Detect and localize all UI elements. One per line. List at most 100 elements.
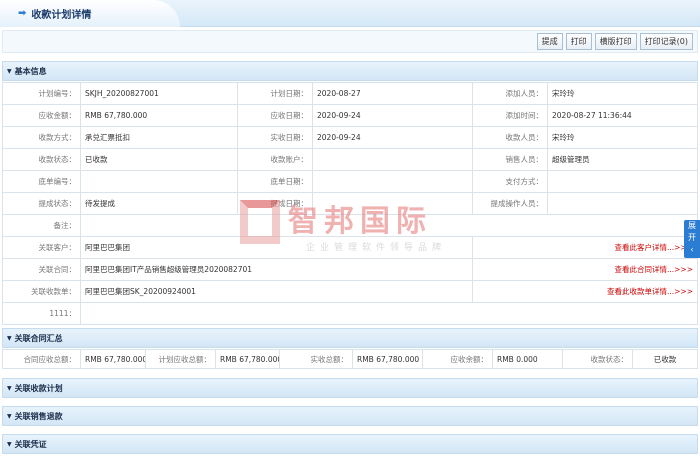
section-related-plans[interactable]: ▼ 关联收款计划 <box>2 378 698 398</box>
field-label: 计划编号： <box>2 82 81 105</box>
field-label: 添加人员： <box>472 82 548 105</box>
field-value <box>80 302 698 325</box>
collapse-triangle-icon: ▼ <box>7 384 12 392</box>
contract-summary-table: 合同应收总额： RMB 67,780.000 计划应收总额： RMB 67,780.0… <box>2 349 698 369</box>
field-value: 2020-09-24 <box>312 104 473 127</box>
custom-row: 1111： <box>2 302 698 325</box>
field-value: SKJH_20200827001 <box>80 82 238 105</box>
field-value: 已收款 <box>80 148 238 171</box>
collapse-triangle-icon: ▼ <box>7 440 12 448</box>
field-value: 阿里巴巴集团 <box>80 236 473 259</box>
field-value: 超级管理员 <box>547 148 698 171</box>
basic-info-table: 计划编号： SKJH_20200827001 计划日期： 2020-08-27 添加人员… <box>2 82 698 325</box>
field-label: 关联客户： <box>2 236 81 259</box>
field-value: 2020-09-24 <box>312 126 473 149</box>
summary-value: RMB 67,780.000 <box>352 349 423 369</box>
remark-row: 备注： <box>2 214 698 237</box>
summary-label: 收款状态： <box>562 349 633 369</box>
field-value: 宋玲玲 <box>547 126 698 149</box>
field-value <box>312 170 473 193</box>
section-basic-info[interactable]: ▼ 基本信息 <box>2 61 698 81</box>
toolbar: 提成 打印 横版打印 打印记录(0) <box>2 30 698 53</box>
field-value: RMB 67,780.000 <box>80 104 238 127</box>
field-value <box>547 192 698 215</box>
side-tab-label: 开 <box>688 233 696 242</box>
info-row: 计划编号： SKJH_20200827001 计划日期： 2020-08-27 添加人员… <box>2 82 698 105</box>
field-value: 承兑汇票抵扣 <box>80 126 238 149</box>
related-row: 关联收款单： 阿里巴巴集团SK_20200924001 查看此收款单详情...>>> <box>2 280 698 303</box>
landscape-print-button[interactable]: 横版打印 <box>594 33 637 50</box>
related-row: 关联合同： 阿里巴巴集团IT产品销售超级管理员2020082701 查看此合同详情.… <box>2 258 698 281</box>
field-label: 关联收款单： <box>2 280 81 303</box>
field-label: 收款账户： <box>237 148 313 171</box>
field-label: 收款状态： <box>2 148 81 171</box>
section-title: 基本信息 <box>14 66 47 76</box>
info-row: 底单编号： 底单日期： 支付方式： <box>2 170 698 193</box>
field-label: 提成操作人员： <box>472 192 548 215</box>
print-button[interactable]: 打印 <box>565 33 592 50</box>
field-label: 提成日期： <box>237 192 313 215</box>
collapse-triangle-icon: ▼ <box>7 412 12 420</box>
view-detail-link[interactable]: 查看此合同详情...>>> <box>472 258 698 281</box>
field-value: 2020-08-27 11:36:44 <box>547 104 698 127</box>
summary-value: RMB 0.000 <box>492 349 563 369</box>
field-value: 宋玲玲 <box>547 82 698 105</box>
summary-label: 合同应收总额： <box>2 349 81 369</box>
expand-side-tab[interactable]: 展开 ‹ <box>684 220 700 258</box>
summary-value: RMB 67,780.000 <box>80 349 146 369</box>
arrow-right-icon: ➡ <box>18 8 27 19</box>
side-tab-label: 展 <box>688 221 696 230</box>
summary-value: 已收款 <box>632 349 698 369</box>
page-tab: ➡ 收款计划详情 <box>0 0 180 27</box>
commission-button[interactable]: 提成 <box>536 33 563 50</box>
field-value <box>547 170 698 193</box>
collapse-triangle-icon: ▼ <box>7 67 12 75</box>
title-bar: ➡ 收款计划详情 <box>0 0 700 27</box>
summary-label: 应收余额： <box>422 349 493 369</box>
section-title: 关联合同汇总 <box>14 333 63 343</box>
chevron-left-icon: ‹ <box>690 245 694 254</box>
related-row: 关联客户： 阿里巴巴集团 查看此客户详情...>>> <box>2 236 698 259</box>
print-history-button[interactable]: 打印记录(0) <box>639 33 693 50</box>
field-label: 备注： <box>2 214 81 237</box>
view-detail-link[interactable]: 查看此收款单详情...>>> <box>472 280 698 303</box>
section-title: 关联收款计划 <box>14 383 63 393</box>
field-label: 添加时间： <box>472 104 548 127</box>
section-related-vouchers[interactable]: ▼ 关联凭证 <box>2 434 698 454</box>
field-label: 实收日期： <box>237 126 313 149</box>
section-title: 关联凭证 <box>14 439 47 449</box>
field-label: 应收日期： <box>237 104 313 127</box>
field-value <box>80 170 238 193</box>
remark-value <box>80 214 698 237</box>
field-label: 1111： <box>2 302 81 325</box>
collapse-triangle-icon: ▼ <box>7 334 12 342</box>
section-related-refunds[interactable]: ▼ 关联销售退款 <box>2 406 698 426</box>
field-value <box>312 148 473 171</box>
field-value: 2020-08-27 <box>312 82 473 105</box>
view-detail-link[interactable]: 查看此客户详情...>>> <box>472 236 698 259</box>
summary-label: 计划应收总额： <box>145 349 216 369</box>
field-value <box>312 192 473 215</box>
info-row: 应收金额： RMB 67,780.000 应收日期： 2020-09-24 添加时间： 2… <box>2 104 698 127</box>
field-label: 计划日期： <box>237 82 313 105</box>
field-label: 收款人员： <box>472 126 548 149</box>
field-label: 销售人员： <box>472 148 548 171</box>
info-row: 收款方式： 承兑汇票抵扣 实收日期： 2020-09-24 收款人员： 宋玲玲 <box>2 126 698 149</box>
info-row: 收款状态： 已收款 收款账户： 销售人员： 超级管理员 <box>2 148 698 171</box>
field-value: 阿里巴巴集团IT产品销售超级管理员2020082701 <box>80 258 473 281</box>
summary-label: 实收总额： <box>279 349 353 369</box>
field-value: 阿里巴巴集团SK_20200924001 <box>80 280 473 303</box>
field-value: 待发提成 <box>80 192 238 215</box>
section-contract-summary[interactable]: ▼ 关联合同汇总 <box>2 328 698 348</box>
field-label: 底单日期： <box>237 170 313 193</box>
field-label: 应收金额： <box>2 104 81 127</box>
info-row: 提成状态： 待发提成 提成日期： 提成操作人员： <box>2 192 698 215</box>
field-label: 收款方式： <box>2 126 81 149</box>
page-title: 收款计划详情 <box>31 10 92 21</box>
section-title: 关联销售退款 <box>14 411 63 421</box>
field-label: 提成状态： <box>2 192 81 215</box>
field-label: 底单编号： <box>2 170 81 193</box>
field-label: 支付方式： <box>472 170 548 193</box>
field-label: 关联合同： <box>2 258 81 281</box>
summary-value: RMB 67,780.000 <box>215 349 280 369</box>
